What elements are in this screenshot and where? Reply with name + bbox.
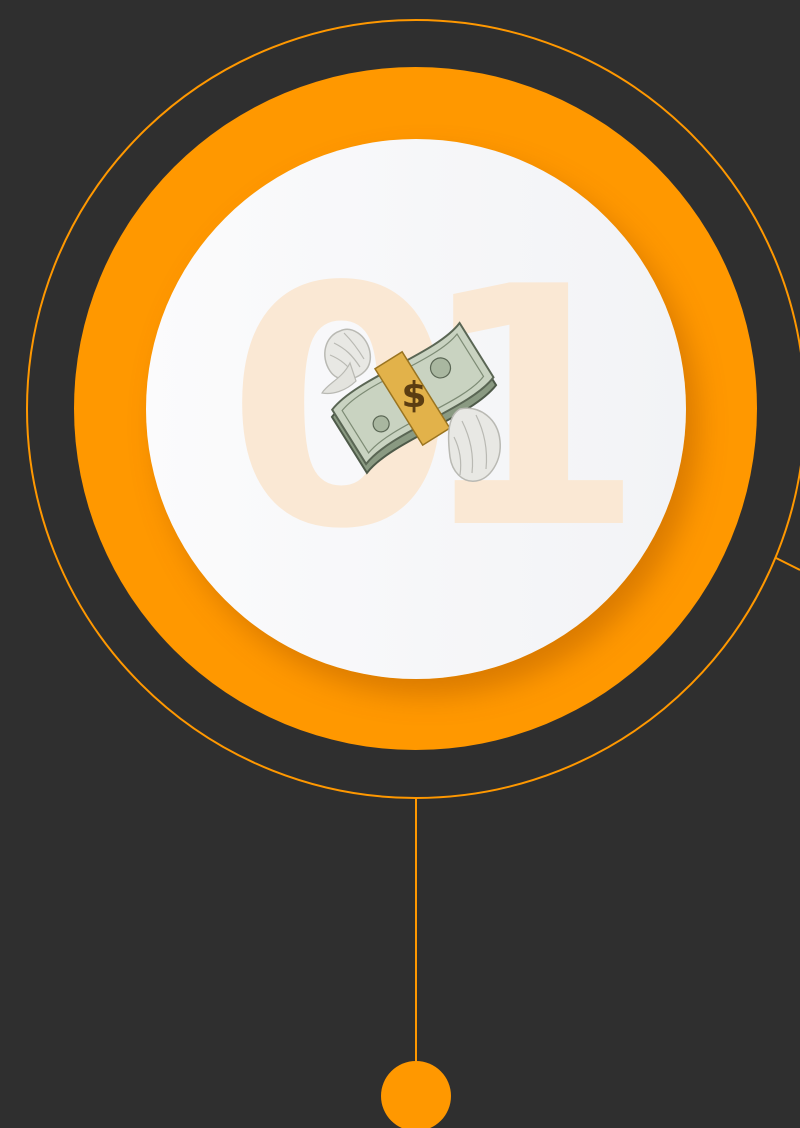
flying-money-icon: $ — [321, 321, 501, 482]
svg-text:$: $ — [401, 375, 426, 416]
step-diagram: 01 $ — [0, 0, 800, 1128]
diagonal-connector-line — [775, 557, 800, 571]
connector-end-dot — [381, 1061, 451, 1128]
inner-disc: 01 $ — [146, 139, 686, 679]
